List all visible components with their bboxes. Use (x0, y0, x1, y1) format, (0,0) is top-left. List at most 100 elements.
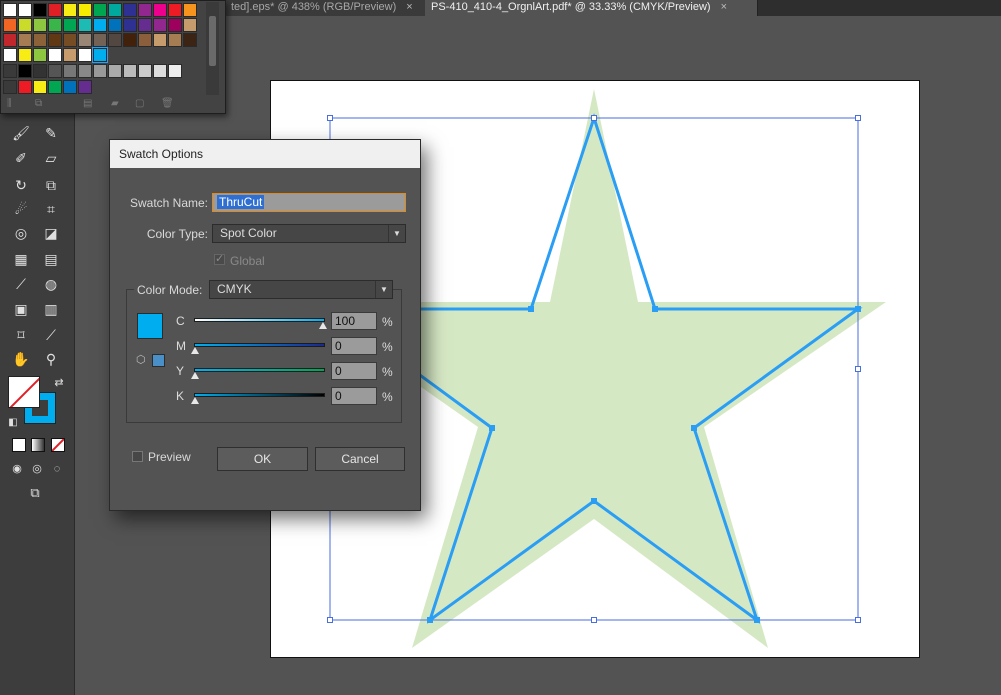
free-transform-icon[interactable]: ⌗ (40, 198, 62, 220)
draw-normal-icon[interactable]: ◉ (6, 458, 28, 480)
swatch-cell[interactable] (63, 64, 77, 78)
blend-icon[interactable]: ◍ (40, 273, 62, 295)
swatch-cell[interactable] (48, 33, 62, 47)
swatch-cell[interactable] (78, 3, 92, 17)
swatch-cell[interactable] (48, 80, 62, 94)
gradient-mode-button[interactable] (31, 438, 45, 452)
swatch-cell[interactable] (93, 64, 107, 78)
draw-behind-icon[interactable]: ◎ (26, 458, 48, 480)
preview-checkbox[interactable] (132, 451, 143, 462)
color-mode-button[interactable] (12, 438, 26, 452)
swatch-cell[interactable] (168, 3, 182, 17)
swatch-cell[interactable] (63, 3, 77, 17)
swatch-cell[interactable] (108, 64, 122, 78)
eraser-icon[interactable]: ▱ (40, 147, 62, 169)
new-swatch-icon[interactable]: ▢ (135, 98, 144, 109)
swatch-cell[interactable] (123, 3, 137, 17)
swatch-cell[interactable] (78, 18, 92, 32)
swatch-cell[interactable] (3, 3, 17, 17)
cyan-slider[interactable] (194, 318, 325, 322)
swatch-cell[interactable] (3, 48, 17, 62)
swatch-cell[interactable] (93, 18, 107, 32)
swatch-cell[interactable] (33, 3, 47, 17)
zoom-icon[interactable]: ⚲ (40, 348, 62, 370)
swatches-scrollbar[interactable] (206, 2, 219, 95)
default-colors-icon[interactable]: ◧ (2, 412, 24, 434)
swatch-cell[interactable] (123, 18, 137, 32)
swatch-cell[interactable] (108, 18, 122, 32)
swatch-cell[interactable] (18, 80, 32, 94)
symbol-sprayer-icon[interactable]: ▣ (10, 298, 32, 320)
magenta-slider[interactable] (194, 343, 325, 347)
artboard-icon[interactable]: ⌑ (10, 324, 32, 346)
swap-fill-stroke-icon[interactable]: ⇄ (48, 372, 70, 394)
swatch-cell[interactable] (3, 33, 17, 47)
global-checkbox[interactable]: ✓ (214, 253, 225, 265)
none-mode-button[interactable] (51, 438, 65, 452)
swatch-cell[interactable] (92, 47, 108, 63)
swatch-cell[interactable] (63, 33, 77, 47)
gradient-icon[interactable]: ▤ (40, 248, 62, 270)
swatch-cell[interactable] (123, 64, 137, 78)
swatch-cell[interactable] (78, 64, 92, 78)
yellow-slider-thumb[interactable] (191, 372, 199, 379)
swatch-cell[interactable] (168, 64, 182, 78)
swatch-cell[interactable] (48, 64, 62, 78)
scrollbar-thumb[interactable] (209, 16, 216, 66)
swatch-cell[interactable] (18, 3, 32, 17)
scale-icon[interactable]: ⧉ (40, 174, 62, 196)
shaper-icon[interactable]: ✐ (10, 147, 32, 169)
perspective-grid-icon[interactable]: ◪ (40, 222, 62, 244)
swatch-cell[interactable] (138, 33, 152, 47)
cyan-slider-thumb[interactable] (319, 322, 327, 329)
eyedropper-icon[interactable]: ⟋ (10, 273, 32, 295)
shape-builder-icon[interactable]: ◎ (10, 222, 32, 244)
swatch-cell[interactable] (153, 3, 167, 17)
color-type-dropdown[interactable]: Spot Color ▼ (212, 224, 406, 243)
blob-brush-icon[interactable]: ✎ (40, 122, 62, 144)
swatch-cell[interactable] (33, 18, 47, 32)
ok-button[interactable]: OK (217, 447, 308, 471)
yellow-value-field[interactable]: 0 (331, 362, 377, 380)
black-slider-thumb[interactable] (191, 397, 199, 404)
swatch-cell[interactable] (3, 18, 17, 32)
swatch-cell[interactable] (3, 64, 17, 78)
swatch-cell[interactable] (18, 33, 32, 47)
warp-icon[interactable]: ☄ (10, 198, 32, 220)
mesh-icon[interactable]: ▦ (10, 248, 32, 270)
fill-swatch-none[interactable] (8, 376, 40, 408)
column-graph-icon[interactable]: ▥ (40, 298, 62, 320)
swatch-cell[interactable] (138, 18, 152, 32)
swatch-cell[interactable] (153, 18, 167, 32)
swatch-name-field[interactable]: ThruCut (212, 193, 406, 212)
swatch-cell[interactable] (93, 33, 107, 47)
yellow-slider[interactable] (194, 368, 325, 372)
swatch-cell[interactable] (63, 18, 77, 32)
paintbrush-icon[interactable]: 🖌 (10, 122, 32, 144)
web-safe-swatch[interactable] (152, 354, 165, 367)
swatch-cell[interactable] (78, 48, 92, 62)
cancel-button[interactable]: Cancel (315, 447, 405, 471)
swatch-cell[interactable] (168, 33, 182, 47)
swatch-cell[interactable] (168, 18, 182, 32)
swatch-options-icon[interactable]: ▤ (83, 98, 92, 109)
rotate-icon[interactable]: ↻ (10, 174, 32, 196)
swatch-cell[interactable] (48, 48, 62, 62)
swatch-cell[interactable] (33, 48, 47, 62)
swatch-cell[interactable] (78, 33, 92, 47)
swatch-cell[interactable] (18, 48, 32, 62)
swatch-cell[interactable] (123, 33, 137, 47)
screen-mode-icon[interactable]: ⧉ (24, 482, 46, 504)
swatch-libraries-icon[interactable]: ⫼ (7, 98, 12, 109)
swatch-cell[interactable] (63, 80, 77, 94)
swatch-cell[interactable] (33, 64, 47, 78)
swatch-cell[interactable] (183, 3, 197, 17)
swatch-kind-icon[interactable]: ⧉ (35, 98, 42, 109)
swatch-cell[interactable] (78, 80, 92, 94)
swatch-cell[interactable] (138, 3, 152, 17)
swatch-cell[interactable] (48, 3, 62, 17)
black-value-field[interactable]: 0 (331, 387, 377, 405)
swatch-cell[interactable] (183, 18, 197, 32)
swatch-cell[interactable] (33, 33, 47, 47)
swatch-cell[interactable] (108, 3, 122, 17)
